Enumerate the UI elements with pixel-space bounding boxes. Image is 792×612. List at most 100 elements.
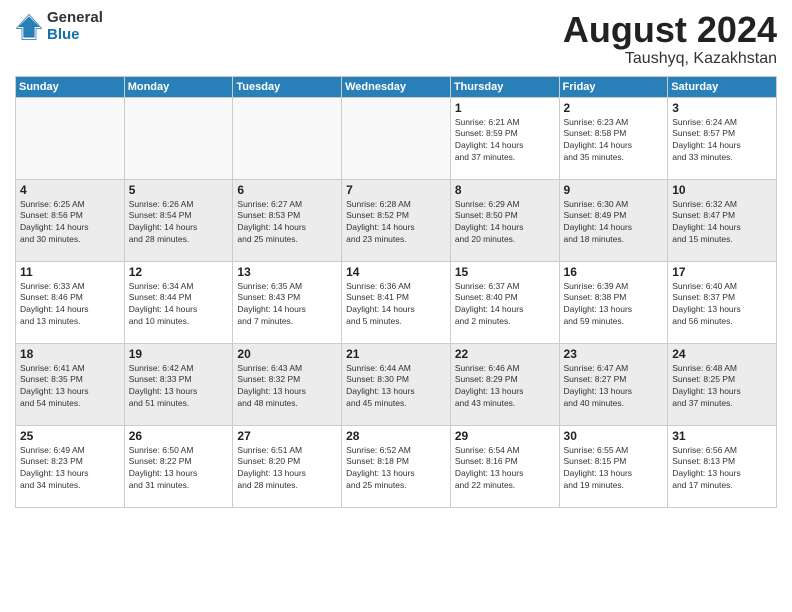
- day-info: Sunrise: 6:33 AM Sunset: 8:46 PM Dayligh…: [20, 281, 120, 329]
- day-number: 13: [237, 265, 337, 279]
- table-row: 17Sunrise: 6:40 AM Sunset: 8:37 PM Dayli…: [668, 261, 777, 343]
- table-row: 19 Sunrise: 6:42 AM Sunset: 8:33 PM Dayli…: [124, 343, 233, 425]
- day-number: 11: [20, 265, 120, 279]
- day-number: 5: [129, 183, 229, 197]
- table-row: 10 Sunrise: 6:32 AM Sunset: 8:47 PM Dayli…: [668, 179, 777, 261]
- day-number: 6: [237, 183, 337, 197]
- day-number: 25: [20, 429, 120, 443]
- month-title: August 2024: [563, 10, 777, 50]
- day-info: Sunrise: 6:47 AM Sunset: 8:27 PM Dayligh…: [564, 363, 664, 411]
- logo: General Blue: [15, 10, 103, 43]
- day-number: 1: [455, 101, 555, 115]
- table-row: 5Sunrise: 6:26 AM Sunset: 8:54 PM Daylig…: [124, 179, 233, 261]
- logo-blue-text: Blue: [47, 27, 103, 44]
- table-row: 6 Sunrise: 6:27 AM Sunset: 8:53 PM Daylig…: [233, 179, 342, 261]
- day-number: 21: [346, 347, 446, 361]
- table-row: 25Sunrise: 6:49 AM Sunset: 8:23 PM Dayli…: [16, 425, 125, 507]
- day-info: Sunrise: 6:24 AM Sunset: 8:57 PM Dayligh…: [672, 117, 772, 165]
- day-info: Sunrise: 6:39 AM Sunset: 8:38 PM Dayligh…: [564, 281, 664, 329]
- day-info: Sunrise: 6:56 AM Sunset: 8:13 PM Dayligh…: [672, 445, 772, 493]
- logo-text: General Blue: [47, 10, 103, 43]
- table-row: 29 Sunrise: 6:54 AM Sunset: 8:16 PM Dayli…: [450, 425, 559, 507]
- day-number: 24: [672, 347, 772, 361]
- calendar-row: 4Sunrise: 6:25 AM Sunset: 8:56 PM Daylig…: [16, 179, 777, 261]
- day-number: 10: [672, 183, 772, 197]
- day-number: 3: [672, 101, 772, 115]
- day-info: Sunrise: 6:51 AM Sunset: 8:20 PM Dayligh…: [237, 445, 337, 493]
- table-row: 8 Sunrise: 6:29 AM Sunset: 8:50 PM Daylig…: [450, 179, 559, 261]
- table-row: 16Sunrise: 6:39 AM Sunset: 8:38 PM Dayli…: [559, 261, 668, 343]
- header-monday: Monday: [124, 76, 233, 97]
- header-saturday: Saturday: [668, 76, 777, 97]
- calendar-row: 18Sunrise: 6:41 AM Sunset: 8:35 PM Dayli…: [16, 343, 777, 425]
- table-row: 21Sunrise: 6:44 AM Sunset: 8:30 PM Dayli…: [342, 343, 451, 425]
- header: General Blue August 2024 Taushyq, Kazakh…: [15, 10, 777, 68]
- day-number: 26: [129, 429, 229, 443]
- day-number: 27: [237, 429, 337, 443]
- day-number: 29: [455, 429, 555, 443]
- calendar: Sunday Monday Tuesday Wednesday Thursday…: [15, 76, 777, 508]
- header-friday: Friday: [559, 76, 668, 97]
- day-info: Sunrise: 6:29 AM Sunset: 8:50 PM Dayligh…: [455, 199, 555, 247]
- day-info: Sunrise: 6:40 AM Sunset: 8:37 PM Dayligh…: [672, 281, 772, 329]
- table-row: [16, 97, 125, 179]
- page: General Blue August 2024 Taushyq, Kazakh…: [0, 0, 792, 612]
- table-row: 14Sunrise: 6:36 AM Sunset: 8:41 PM Dayli…: [342, 261, 451, 343]
- day-info: Sunrise: 6:48 AM Sunset: 8:25 PM Dayligh…: [672, 363, 772, 411]
- calendar-row: 25Sunrise: 6:49 AM Sunset: 8:23 PM Dayli…: [16, 425, 777, 507]
- table-row: 28 Sunrise: 6:52 AM Sunset: 8:18 PM Dayli…: [342, 425, 451, 507]
- table-row: 3 Sunrise: 6:24 AM Sunset: 8:57 PM Daylig…: [668, 97, 777, 179]
- day-info: Sunrise: 6:41 AM Sunset: 8:35 PM Dayligh…: [20, 363, 120, 411]
- day-number: 7: [346, 183, 446, 197]
- day-info: Sunrise: 6:23 AM Sunset: 8:58 PM Dayligh…: [564, 117, 664, 165]
- day-info: Sunrise: 6:46 AM Sunset: 8:29 PM Dayligh…: [455, 363, 555, 411]
- table-row: 7 Sunrise: 6:28 AM Sunset: 8:52 PM Daylig…: [342, 179, 451, 261]
- table-row: 20 Sunrise: 6:43 AM Sunset: 8:32 PM Dayli…: [233, 343, 342, 425]
- day-number: 12: [129, 265, 229, 279]
- calendar-body: 1Sunrise: 6:21 AM Sunset: 8:59 PM Daylig…: [16, 97, 777, 507]
- day-number: 20: [237, 347, 337, 361]
- logo-general-text: General: [47, 10, 103, 27]
- header-sunday: Sunday: [16, 76, 125, 97]
- table-row: [124, 97, 233, 179]
- day-number: 8: [455, 183, 555, 197]
- day-info: Sunrise: 6:42 AM Sunset: 8:33 PM Dayligh…: [129, 363, 229, 411]
- table-row: 22 Sunrise: 6:46 AM Sunset: 8:29 PM Dayli…: [450, 343, 559, 425]
- table-row: 13Sunrise: 6:35 AM Sunset: 8:43 PM Dayli…: [233, 261, 342, 343]
- table-row: 4Sunrise: 6:25 AM Sunset: 8:56 PM Daylig…: [16, 179, 125, 261]
- day-info: Sunrise: 6:43 AM Sunset: 8:32 PM Dayligh…: [237, 363, 337, 411]
- header-thursday: Thursday: [450, 76, 559, 97]
- table-row: 18Sunrise: 6:41 AM Sunset: 8:35 PM Dayli…: [16, 343, 125, 425]
- table-row: [342, 97, 451, 179]
- day-number: 19: [129, 347, 229, 361]
- day-info: Sunrise: 6:52 AM Sunset: 8:18 PM Dayligh…: [346, 445, 446, 493]
- day-info: Sunrise: 6:34 AM Sunset: 8:44 PM Dayligh…: [129, 281, 229, 329]
- day-info: Sunrise: 6:28 AM Sunset: 8:52 PM Dayligh…: [346, 199, 446, 247]
- day-number: 4: [20, 183, 120, 197]
- day-number: 22: [455, 347, 555, 361]
- calendar-row: 1Sunrise: 6:21 AM Sunset: 8:59 PM Daylig…: [16, 97, 777, 179]
- location-title: Taushyq, Kazakhstan: [563, 50, 777, 68]
- calendar-row: 11 Sunrise: 6:33 AM Sunset: 8:46 PM Dayli…: [16, 261, 777, 343]
- header-tuesday: Tuesday: [233, 76, 342, 97]
- day-number: 31: [672, 429, 772, 443]
- title-block: August 2024 Taushyq, Kazakhstan: [563, 10, 777, 68]
- day-number: 28: [346, 429, 446, 443]
- day-info: Sunrise: 6:36 AM Sunset: 8:41 PM Dayligh…: [346, 281, 446, 329]
- table-row: [233, 97, 342, 179]
- table-row: 1Sunrise: 6:21 AM Sunset: 8:59 PM Daylig…: [450, 97, 559, 179]
- day-info: Sunrise: 6:54 AM Sunset: 8:16 PM Dayligh…: [455, 445, 555, 493]
- day-info: Sunrise: 6:50 AM Sunset: 8:22 PM Dayligh…: [129, 445, 229, 493]
- day-info: Sunrise: 6:32 AM Sunset: 8:47 PM Dayligh…: [672, 199, 772, 247]
- table-row: 11 Sunrise: 6:33 AM Sunset: 8:46 PM Dayli…: [16, 261, 125, 343]
- logo-icon: [15, 13, 43, 41]
- table-row: 2 Sunrise: 6:23 AM Sunset: 8:58 PM Daylig…: [559, 97, 668, 179]
- day-info: Sunrise: 6:27 AM Sunset: 8:53 PM Dayligh…: [237, 199, 337, 247]
- table-row: 23 Sunrise: 6:47 AM Sunset: 8:27 PM Dayli…: [559, 343, 668, 425]
- day-info: Sunrise: 6:55 AM Sunset: 8:15 PM Dayligh…: [564, 445, 664, 493]
- day-number: 30: [564, 429, 664, 443]
- table-row: 31 Sunrise: 6:56 AM Sunset: 8:13 PM Dayli…: [668, 425, 777, 507]
- day-number: 23: [564, 347, 664, 361]
- day-info: Sunrise: 6:37 AM Sunset: 8:40 PM Dayligh…: [455, 281, 555, 329]
- day-number: 2: [564, 101, 664, 115]
